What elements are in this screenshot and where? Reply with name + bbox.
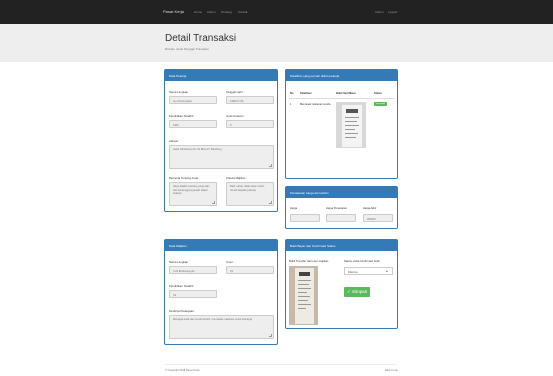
footer-copyright: © Copyright 2018 Pasar Kerja: [165, 369, 200, 372]
nav-link-logout[interactable]: Logout: [388, 10, 397, 14]
nav-link-tentang[interactable]: Tentang: [221, 10, 232, 14]
worker-story-text: Saya adalah seorang yang rajin dan berta…: [173, 185, 210, 196]
payment-proof-heading: Bukti Bayar dan Konfirmasi Status: [286, 240, 397, 251]
training-col-certificate: Bukti Sertifikasi: [336, 92, 356, 95]
footer-divider: [165, 364, 397, 365]
offer-price-label: Harga Penawaran: [326, 207, 347, 210]
training-panel: Pelatihan yang pernah diikuti pekerja No…: [285, 69, 398, 179]
training-col-status: Status: [374, 92, 382, 95]
price-panel: Penawaran harga dari admin Harga Harga P…: [285, 186, 398, 229]
payment-proof-panel: Bukti Bayar dan Konfirmasi Status Bukti …: [285, 239, 398, 329]
job-description-textarea[interactable]: Menjaga anak dan rumah bersih, memasak m…: [169, 315, 274, 339]
worker-story-textarea[interactable]: Saya adalah seorang yang rajin dan berta…: [169, 182, 217, 206]
worker-education-field[interactable]: SMA: [169, 120, 217, 128]
save-icon: ✓: [347, 289, 351, 294]
worker-name-label: Nama Lengkap :: [169, 90, 190, 94]
training-row-name: Memasak makanan sunda: [300, 103, 331, 106]
final-price-label: Harga Akhir: [363, 207, 377, 210]
worker-address-textarea[interactable]: Jalan Cibolerang No 10 Blok A/7 Bandung: [169, 145, 274, 169]
status-confirm-label: Status untuk konfirmasi bukti: [344, 259, 380, 263]
employer-age-field[interactable]: 43: [226, 266, 274, 274]
final-price-field[interactable]: 900000: [363, 214, 393, 222]
worker-birthdate-label: Tanggal Lahir :: [226, 90, 245, 94]
employer-education-label: Pendidikan Terakhir :: [169, 284, 196, 288]
chevron-down-icon: ⌄: [384, 268, 389, 274]
transfer-proof-label: Bukti Transfer dari user majikan: [289, 259, 329, 263]
offer-price-field[interactable]: [326, 214, 356, 222]
status-select-value: Diterima: [348, 270, 358, 274]
training-row-no: 1: [290, 103, 292, 106]
worker-gender-field[interactable]: P: [226, 120, 274, 128]
status-select[interactable]: Diterima ⌄: [344, 267, 393, 275]
nav-link-admin[interactable]: Admin: [207, 10, 216, 14]
employer-criteria-textarea[interactable]: Baik, sabar, tidak suka marah, ramah kep…: [226, 182, 274, 206]
nav-link-home[interactable]: Home: [194, 10, 202, 14]
training-col-name: Pelatihan: [300, 92, 312, 95]
worker-data-heading: Data Pekerja: [165, 70, 277, 81]
training-heading: Pelatihan yang pernah diikuti pekerja: [286, 70, 397, 81]
employer-name-label: Nama Lengkap :: [169, 260, 190, 264]
price-field[interactable]: [290, 214, 320, 222]
brand-link[interactable]: Pasar Kerja: [163, 9, 184, 14]
employer-education-field[interactable]: S1: [169, 290, 217, 298]
certificate-image[interactable]: [336, 102, 366, 148]
worker-gender-label: Jenis Kelamin :: [226, 114, 245, 118]
transfer-proof-image[interactable]: [289, 266, 318, 325]
resize-grip-icon[interactable]: [212, 201, 215, 204]
price-heading: Penawaran harga dari admin: [286, 187, 397, 198]
resize-grip-icon[interactable]: [269, 201, 272, 204]
employer-age-label: Umur :: [226, 260, 235, 264]
nav-link-kontak[interactable]: Kontak: [238, 10, 247, 14]
worker-education-label: Pendidikan Terakhir :: [169, 114, 196, 118]
page-subtitle: Rincian untuk Pengaju Transaksi: [165, 47, 209, 51]
worker-data-panel: Data Pekerja Nama Lengkap : Ayu Pamungka…: [164, 69, 278, 212]
job-description-text: Menjaga anak dan rumah bersih, memasak m…: [173, 318, 253, 321]
employer-name-field[interactable]: Yudi Budimansyah: [169, 266, 217, 274]
worker-address-text: Jalan Cibolerang No 10 Blok A/7 Bandung: [173, 148, 222, 151]
price-label: Harga: [290, 207, 298, 210]
employer-criteria-label: Kriteria Majikan :: [226, 176, 247, 180]
employer-data-panel: Data Majikan Nama Lengkap : Yudi Budiman…: [164, 239, 278, 345]
worker-story-label: Bercerita Tentang Anda :: [169, 176, 200, 180]
save-button-label: Simpan: [352, 289, 368, 294]
page-header: [0, 24, 553, 62]
worker-birthdate-field[interactable]: 1998-07-06: [226, 96, 274, 104]
employer-data-heading: Data Majikan: [165, 240, 277, 251]
top-navbar: Pasar Kerja Home Admin Tentang Kontak Ad…: [0, 0, 553, 24]
employer-criteria-text: Baik, sabar, tidak suka marah, ramah kep…: [230, 185, 265, 192]
status-badge: accepted: [374, 102, 387, 106]
job-description-label: Deskripsi Pekerjaan :: [169, 309, 196, 313]
resize-grip-icon[interactable]: [269, 164, 272, 167]
resize-grip-icon[interactable]: [269, 334, 272, 337]
worker-name-field[interactable]: Ayu Pamungkas: [169, 96, 217, 104]
worker-address-label: Alamat :: [169, 139, 180, 143]
table-divider: [289, 98, 395, 99]
back-to-top-link[interactable]: Back to top: [385, 369, 398, 372]
page-title: Detail Transaksi: [165, 33, 237, 44]
training-col-no: No: [290, 92, 294, 95]
save-button[interactable]: ✓ Simpan: [344, 287, 371, 297]
nav-link-user-admin[interactable]: Admin: [375, 10, 384, 14]
